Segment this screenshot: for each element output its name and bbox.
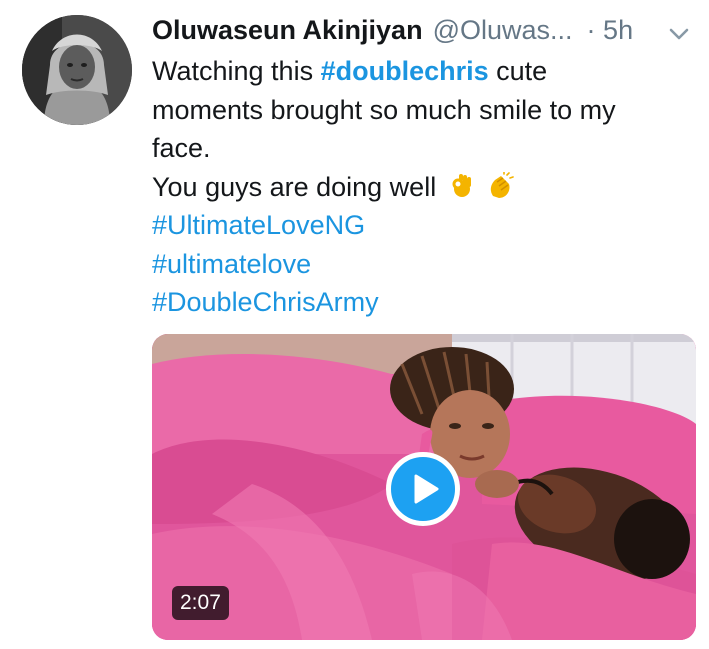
- avatar[interactable]: [22, 15, 132, 125]
- tweet-line-3: face.: [152, 133, 211, 163]
- timestamp[interactable]: · 5h: [587, 10, 634, 50]
- play-button[interactable]: [386, 452, 460, 526]
- hashtag-link-ultimatelove[interactable]: #ultimatelove: [152, 245, 697, 284]
- hashtag-link-doublechris[interactable]: #doublechris: [321, 56, 489, 86]
- display-name[interactable]: Oluwaseun Akinjiyan: [152, 10, 423, 50]
- clapping-hands-icon: [487, 170, 515, 200]
- tweet-line-4: You guys are doing well: [152, 168, 697, 207]
- user-handle[interactable]: @Oluwas...: [433, 10, 573, 50]
- hashtag-link-ultimateloveng[interactable]: #UltimateLoveNG: [152, 206, 697, 245]
- ok-hand-icon: [448, 172, 476, 200]
- video-player[interactable]: 2:07: [152, 334, 696, 640]
- tweet-header: Oluwaseun Akinjiyan @Oluwas... · 5h: [152, 10, 692, 50]
- video-duration-badge: 2:07: [172, 586, 229, 620]
- tweet-line-2: moments brought so much smile to my: [152, 94, 616, 125]
- text-segment: Watching this: [152, 56, 321, 86]
- tweet-text: Watching this #doublechris cute moments …: [152, 52, 697, 322]
- tweet-line-1: Watching this #doublechris cute: [152, 52, 697, 91]
- tweet[interactable]: Oluwaseun Akinjiyan @Oluwas... · 5h Watc…: [0, 0, 709, 649]
- play-icon: [414, 474, 439, 504]
- chevron-down-icon[interactable]: [666, 18, 692, 44]
- hashtag-link-doublechrisarmy[interactable]: #DoubleChrisArmy: [152, 283, 697, 322]
- text-segment: You guys are doing well: [152, 171, 437, 202]
- text-segment: cute: [488, 56, 548, 86]
- time-label: 5h: [603, 15, 634, 45]
- separator-dot: ·: [586, 15, 596, 45]
